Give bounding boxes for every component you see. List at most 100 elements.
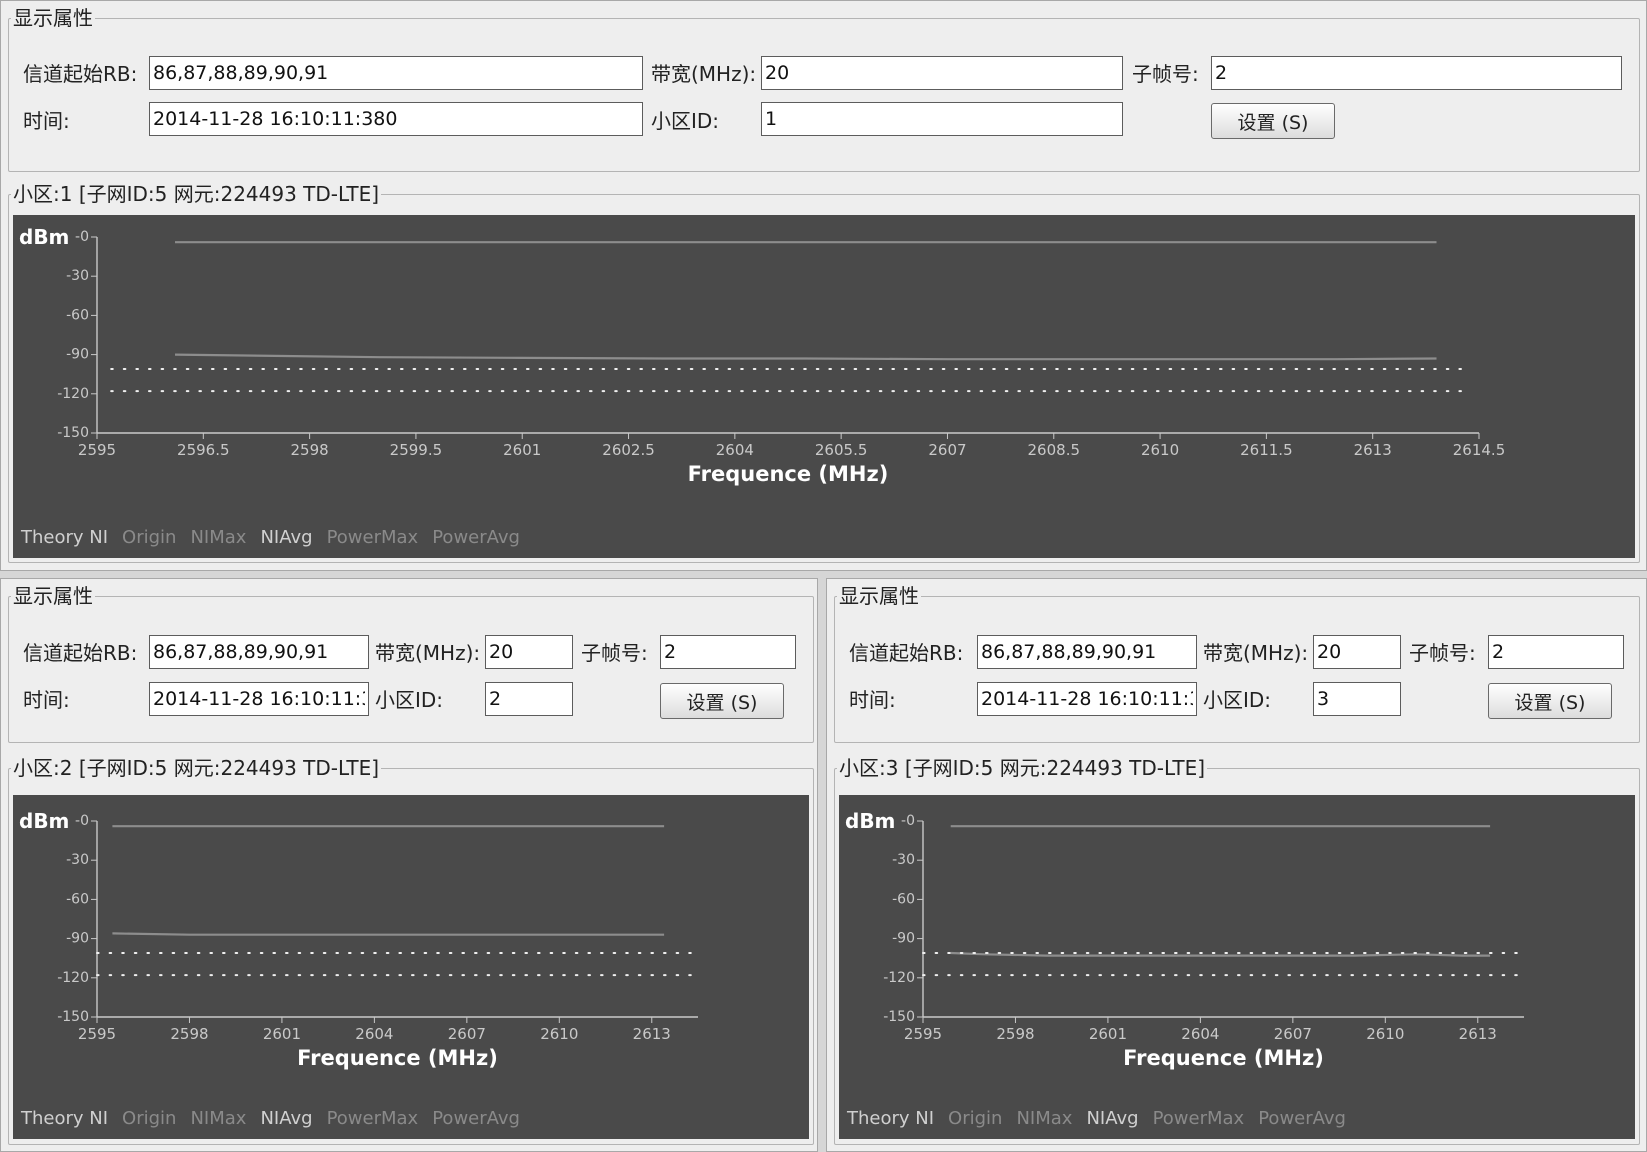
- subframe-label: 子帧号:: [1409, 641, 1476, 665]
- noise-series-line: [174, 353, 1437, 361]
- spectrum-plot: dBm -0 -30 -60 -90 -120 -1502595 2598 2601 2604 26…: [845, 809, 1524, 1070]
- group-title: 显示属性: [13, 584, 93, 608]
- x-tick-label: 2595: [904, 1025, 942, 1043]
- legend-nimax[interactable]: NIMax: [190, 527, 246, 548]
- x-axis-label: Frequence (MHz): [688, 462, 889, 486]
- group-title: 显示属性: [13, 6, 93, 30]
- noise-series-line: [112, 932, 665, 936]
- x-tick-label: 2613: [633, 1025, 671, 1043]
- time-input[interactable]: [977, 682, 1197, 716]
- cell-chart-title: 小区:3 [子网ID:5 网元:224493 TD-LTE]: [839, 756, 1206, 780]
- legend-poweravg[interactable]: PowerAvg: [432, 1108, 520, 1129]
- x-tick-label: 2608.5: [1028, 441, 1081, 459]
- set-button[interactable]: 设置 (S): [1211, 103, 1335, 139]
- set-button[interactable]: 设置 (S): [1488, 683, 1612, 719]
- x-tick-label: 2610: [1366, 1025, 1404, 1043]
- chart-legend: Theory NI Origin NIMax NIAvg PowerMax PowerAv…: [21, 527, 534, 548]
- x-tick-label: 2601: [263, 1025, 301, 1043]
- legend-theory-ni[interactable]: Theory NI: [847, 1108, 934, 1129]
- legend-origin[interactable]: Origin: [948, 1108, 1002, 1129]
- cell-id-label: 小区ID:: [375, 688, 444, 712]
- cell-id-input[interactable]: [761, 102, 1123, 136]
- y-tick-label: -120: [57, 386, 89, 402]
- y-tick-label: -30: [66, 852, 89, 868]
- rb-input[interactable]: [977, 635, 1197, 669]
- x-tick-label: 2598: [170, 1025, 208, 1043]
- legend-origin[interactable]: Origin: [122, 527, 176, 548]
- set-button[interactable]: 设置 (S): [660, 683, 784, 719]
- legend-theory-ni[interactable]: Theory NI: [21, 1108, 108, 1129]
- cell-id-input[interactable]: [485, 682, 573, 716]
- y-tick-label: -90: [66, 347, 89, 363]
- x-tick-label: 2598: [291, 441, 329, 459]
- x-axis-label: Frequence (MHz): [1123, 1046, 1324, 1070]
- legend-origin[interactable]: Origin: [122, 1108, 176, 1129]
- y-tick-label: -0: [75, 229, 89, 245]
- time-label: 时间:: [23, 688, 70, 712]
- group-title: 显示属性: [839, 584, 919, 608]
- x-tick-label: 2613: [1459, 1025, 1497, 1043]
- chart-legend: Theory NI Origin NIMax NIAvg PowerMax PowerAv…: [847, 1108, 1360, 1129]
- bandwidth-input[interactable]: [485, 635, 573, 669]
- legend-nimax[interactable]: NIMax: [1016, 1108, 1072, 1129]
- bandwidth-label: 带宽(MHz):: [375, 641, 481, 665]
- y-tick-label: -30: [892, 852, 915, 868]
- x-tick-label: 2613: [1354, 441, 1392, 459]
- chart-legend: Theory NI Origin NIMax NIAvg PowerMax PowerAv…: [21, 1108, 534, 1129]
- cell-chart-title: 小区:2 [子网ID:5 网元:224493 TD-LTE]: [13, 756, 380, 780]
- rb-label: 信道起始RB:: [849, 641, 964, 665]
- legend-niavg[interactable]: NIAvg: [1086, 1108, 1138, 1129]
- bandwidth-label: 带宽(MHz):: [1203, 641, 1309, 665]
- rb-input[interactable]: [149, 635, 369, 669]
- y-axis-label: dBm: [845, 809, 895, 833]
- legend-poweravg[interactable]: PowerAvg: [432, 527, 520, 548]
- cell-id-input[interactable]: [1313, 682, 1401, 716]
- legend-poweravg[interactable]: PowerAvg: [1258, 1108, 1346, 1129]
- y-axis-label: dBm: [19, 809, 69, 833]
- time-input[interactable]: [149, 682, 369, 716]
- legend-niavg[interactable]: NIAvg: [260, 1108, 312, 1129]
- y-tick-label: -90: [892, 931, 915, 947]
- y-tick-label: -120: [57, 970, 89, 986]
- x-axis-label: Frequence (MHz): [297, 1046, 498, 1070]
- bandwidth-input[interactable]: [761, 56, 1123, 90]
- y-axis-label: dBm: [19, 225, 69, 249]
- subframe-input[interactable]: [1211, 56, 1622, 90]
- x-tick-label: 2601: [503, 441, 541, 459]
- x-tick-label: 2605.5: [815, 441, 868, 459]
- subframe-input[interactable]: [1488, 635, 1624, 669]
- y-tick-label: -90: [66, 931, 89, 947]
- x-tick-label: 2596.5: [177, 441, 230, 459]
- x-tick-label: 2599.5: [390, 441, 443, 459]
- bottom-right-panel: 显示属性 信道起始RB: 带宽(MHz): 子帧号: 时间: 小区ID: 设置 …: [826, 578, 1647, 1152]
- subframe-input[interactable]: [660, 635, 796, 669]
- spectrum-plot: dBm -0 -30 -60 -90 -120 -1502595 2596.5 2598 2599…: [19, 225, 1505, 486]
- top-panel: 显示属性 信道起始RB: 带宽(MHz): 子帧号: 时间: 小区ID: 设置 …: [0, 0, 1647, 571]
- rb-input[interactable]: [149, 56, 643, 90]
- y-tick-label: -60: [66, 891, 89, 907]
- spectrum-plot: dBm -0 -30 -60 -90 -120 -1502595 2598 2601 2604 26…: [19, 809, 698, 1070]
- subframe-label: 子帧号:: [581, 641, 648, 665]
- bandwidth-input[interactable]: [1313, 635, 1401, 669]
- x-tick-label: 2601: [1089, 1025, 1127, 1043]
- cell-chart-title: 小区:1 [子网ID:5 网元:224493 TD-LTE]: [13, 182, 380, 206]
- subframe-label: 子帧号:: [1132, 62, 1199, 86]
- legend-niavg[interactable]: NIAvg: [260, 527, 312, 548]
- y-tick-label: -150: [57, 1009, 89, 1025]
- legend-powermax[interactable]: PowerMax: [327, 1108, 419, 1129]
- cell-id-label: 小区ID:: [1203, 688, 1272, 712]
- legend-powermax[interactable]: PowerMax: [327, 527, 419, 548]
- legend-nimax[interactable]: NIMax: [190, 1108, 246, 1129]
- legend-theory-ni[interactable]: Theory NI: [21, 527, 108, 548]
- noise-series-line: [950, 951, 1491, 957]
- legend-powermax[interactable]: PowerMax: [1153, 1108, 1245, 1129]
- x-tick-label: 2610: [540, 1025, 578, 1043]
- y-tick-label: -120: [883, 970, 915, 986]
- x-tick-label: 2607: [1274, 1025, 1312, 1043]
- y-tick-label: -0: [901, 813, 915, 829]
- x-tick-label: 2607: [448, 1025, 486, 1043]
- spectrum-chart: dBm -0 -30 -60 -90 -120 -150 2595 2598 2601 2604 26…: [839, 795, 1635, 1139]
- x-tick-label: 2595: [78, 1025, 116, 1043]
- x-tick-label: 2610: [1141, 441, 1179, 459]
- time-input[interactable]: [149, 102, 643, 136]
